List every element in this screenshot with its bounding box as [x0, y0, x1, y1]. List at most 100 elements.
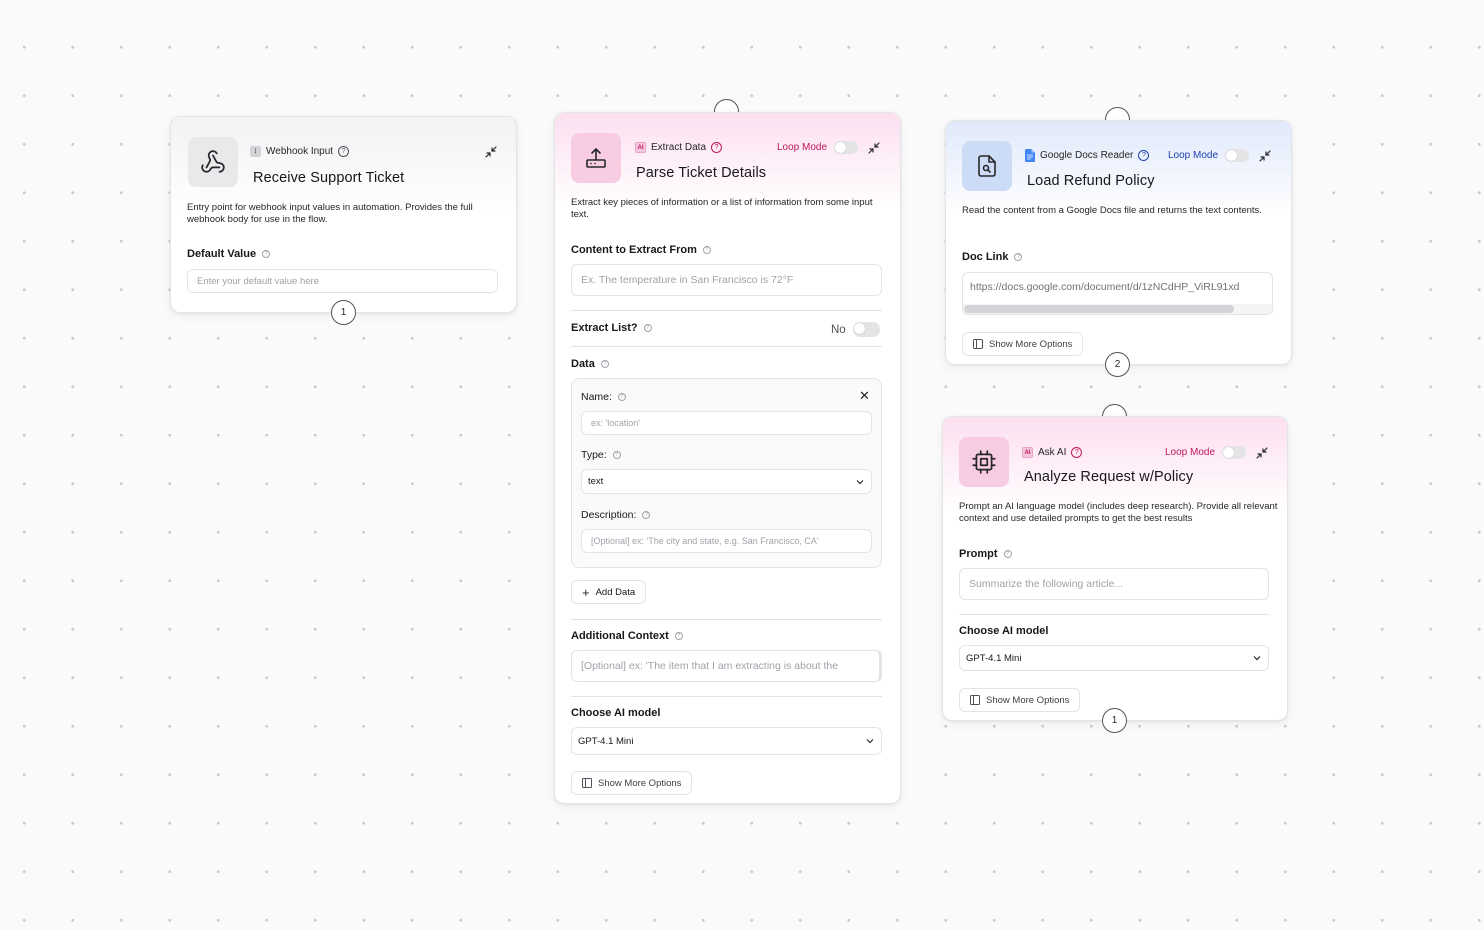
show-more-options-button[interactable]: Show More Options — [959, 688, 1081, 712]
collapse-icon[interactable] — [1256, 447, 1268, 459]
type-label: Type: ? — [581, 449, 621, 461]
add-data-label: Add Data — [595, 586, 636, 598]
node-ask-ai[interactable]: AI Ask AI ? Loop Mode Analyze Request w/… — [942, 416, 1288, 721]
doc-link-input[interactable]: https://docs.google.com/document/d/1zNCd… — [962, 272, 1273, 315]
divider — [959, 614, 1269, 615]
node-title[interactable]: Parse Ticket Details — [636, 165, 766, 181]
doc-link-label: Doc Link ? — [962, 251, 1023, 263]
show-more-options-button[interactable]: Show More Options — [571, 771, 693, 795]
extract-list-value: No — [831, 323, 846, 336]
collapse-icon[interactable] — [485, 146, 497, 158]
node-google-docs-reader[interactable]: Google Docs Reader ? Loop Mode Load Refu… — [945, 120, 1292, 365]
help-icon[interactable]: ? — [1014, 253, 1023, 261]
webhook-node-icon-box — [188, 137, 238, 187]
loop-mode-label: Loop Mode — [777, 142, 828, 153]
data-label-text: Data — [571, 358, 595, 370]
ask-output-count[interactable]: 1 — [1102, 708, 1127, 733]
description-label: Description: ? — [581, 509, 651, 521]
docs-node-icon-box — [962, 141, 1012, 191]
doc-link-label-text: Doc Link — [962, 251, 1009, 263]
help-icon[interactable]: ? — [617, 393, 626, 401]
node-description: Prompt an AI language model (includes de… — [959, 501, 1278, 524]
description-label-text: Description: — [581, 509, 637, 521]
divider — [571, 619, 882, 620]
node-type-label: Ask AI — [1038, 447, 1067, 458]
chevron-down-icon — [856, 479, 864, 484]
model-select-value: GPT-4.1 Mini — [966, 652, 1022, 664]
show-more-options-button[interactable]: Show More Options — [962, 332, 1084, 356]
doc-link-value: https://docs.google.com/document/d/1zNCd… — [970, 281, 1240, 293]
show-more-label: Show More Options — [989, 338, 1073, 350]
content-input[interactable]: Ex. The temperature in San Francisco is … — [571, 264, 882, 296]
ask-node-icon-box — [959, 437, 1009, 487]
help-icon[interactable]: ? — [1138, 150, 1150, 161]
chevron-down-icon — [866, 739, 874, 744]
show-more-label: Show More Options — [986, 694, 1070, 706]
loop-mode-toggle[interactable] — [834, 141, 859, 154]
help-icon[interactable]: ? — [674, 632, 683, 640]
node-description: Read the content from a Google Docs file… — [962, 205, 1262, 216]
node-type-label: Google Docs Reader — [1040, 150, 1134, 161]
additional-context-input[interactable]: [Optional] ex: 'The item that I am extra… — [571, 650, 882, 682]
loop-mode-toggle[interactable] — [1225, 149, 1250, 162]
model-label-text: Choose AI model — [571, 707, 661, 719]
divider — [571, 696, 882, 697]
model-select[interactable]: GPT-4.1 Mini — [571, 727, 882, 755]
document-search-icon — [978, 155, 996, 177]
node-title[interactable]: Receive Support Ticket — [253, 170, 404, 186]
model-select[interactable]: GPT-4.1 Mini — [959, 645, 1269, 671]
node-type-label: Webhook Input — [266, 146, 334, 157]
plus-icon: + — [582, 584, 590, 600]
help-icon[interactable]: ? — [702, 246, 711, 254]
help-icon[interactable]: ? — [262, 250, 271, 258]
default-value-input[interactable]: Enter your default value here — [187, 269, 498, 293]
docs-output-count[interactable]: 2 — [1105, 352, 1130, 377]
add-data-button[interactable]: + Add Data — [571, 580, 647, 604]
webhook-output-count[interactable]: 1 — [331, 300, 356, 325]
help-icon[interactable]: ? — [711, 142, 723, 153]
help-icon[interactable]: ? — [1003, 550, 1012, 558]
node-title[interactable]: Load Refund Policy — [1027, 173, 1155, 189]
cpu-chip-icon — [972, 450, 996, 474]
name-label-text: Name: — [581, 391, 612, 403]
remove-data-icon[interactable]: ✕ — [859, 388, 870, 404]
google-docs-icon — [1025, 149, 1035, 162]
panel-icon — [582, 778, 592, 788]
horizontal-scrollbar[interactable] — [963, 304, 1272, 314]
upload-tray-icon — [586, 148, 606, 168]
prompt-label-text: Prompt — [959, 548, 998, 560]
node-description: Extract key pieces of information or a l… — [571, 197, 873, 220]
model-label: Choose AI model — [571, 707, 660, 719]
description-input[interactable]: [Optional] ex: 'The city and state, e.g.… — [581, 529, 872, 553]
scrollbar-thumb[interactable] — [964, 305, 1234, 313]
type-select[interactable]: text — [581, 469, 872, 494]
collapse-icon[interactable] — [1259, 150, 1271, 162]
prompt-input[interactable]: Summarize the following article... — [959, 568, 1269, 600]
data-item-card: Name: ? ✕ ex: 'location' Type: ? text De… — [571, 378, 882, 568]
loop-mode-label: Loop Mode — [1168, 150, 1219, 161]
extract-list-toggle[interactable] — [852, 322, 880, 337]
node-extract-data[interactable]: AI Extract Data ? Loop Mode Parse Ticket… — [554, 112, 901, 804]
help-icon[interactable]: ? — [600, 360, 609, 368]
node-title[interactable]: Analyze Request w/Policy — [1024, 469, 1193, 485]
collapse-icon[interactable] — [868, 142, 880, 154]
content-label: Content to Extract From ? — [571, 244, 711, 256]
ai-badge-icon: AI — [1022, 447, 1033, 458]
help-icon[interactable]: ? — [338, 146, 350, 157]
loop-mode-label: Loop Mode — [1165, 447, 1216, 458]
prompt-label: Prompt ? — [959, 548, 1012, 560]
name-label: Name: ? — [581, 391, 626, 403]
additional-context-label-text: Additional Context — [571, 630, 669, 642]
extract-node-icon-box — [571, 133, 621, 183]
name-input[interactable]: ex: 'location' — [581, 411, 872, 435]
default-value-label-text: Default Value — [187, 248, 257, 260]
help-icon[interactable]: ? — [643, 324, 652, 332]
loop-mode-toggle[interactable] — [1222, 446, 1247, 459]
node-webhook-input[interactable]: ⋮ Webhook Input ? Receive Support Ticket… — [170, 116, 517, 313]
help-icon[interactable]: ? — [642, 511, 651, 519]
webhook-icon — [201, 150, 225, 173]
type-label-text: Type: — [581, 449, 607, 461]
chevron-down-icon — [1253, 656, 1261, 661]
help-icon[interactable]: ? — [612, 451, 621, 459]
help-icon[interactable]: ? — [1071, 447, 1083, 458]
